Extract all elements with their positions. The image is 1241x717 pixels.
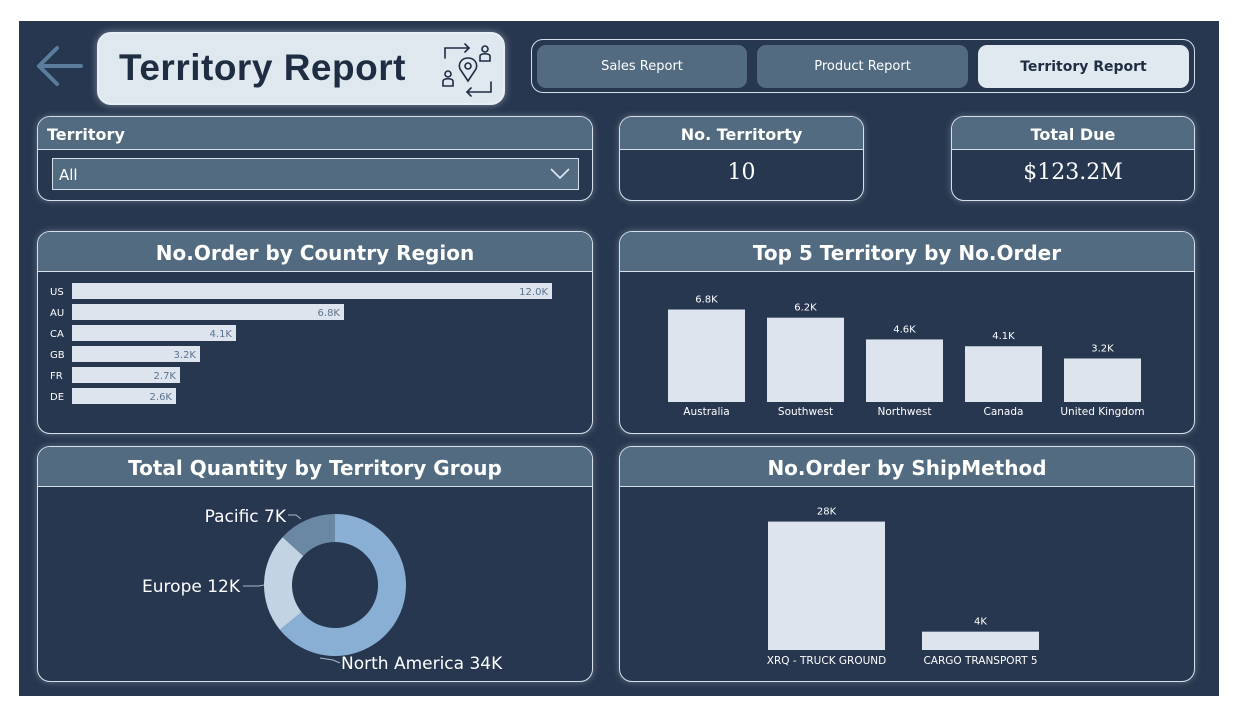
territory-dropdown-value: All [59,166,78,184]
country-region-bar-chart: US 12.0K AU 6.8K CA 4.1K GB 3.2K FR 2.7K DE 2.6K [50,283,552,404]
chevron-down-icon [550,168,570,180]
territory-value-label: 6.8K [695,295,718,306]
territory-count-card: No. Territorty 10 [619,116,864,201]
territory-dropdown[interactable]: All [52,158,579,190]
country-region-chart-header: No.Order by Country Region [38,232,592,272]
donut-label-pacific: Pacific 7K [205,507,287,527]
territory-people-icon [442,43,492,97]
country-value-label: 2.7K [154,371,177,382]
shipmethod-bar [922,631,1039,650]
territory-category-label: Canada [984,406,1024,418]
donut-label-europe: Europe 12K [142,577,241,597]
country-label: GB [50,350,65,361]
total-due-value: $123.2M [1023,160,1123,185]
top-territory-chart-header: Top 5 Territory by No.Order [620,232,1194,272]
donut-leader-line [243,584,265,587]
nav-product-report[interactable]: Product Report [757,45,968,88]
territory-value-label: 6.2K [794,303,817,314]
territory-category-label: Northwest [877,406,931,418]
territory-group-donut-chart: North America 34K Europe 12K Pacific 7K [142,507,503,674]
nav-territory-report[interactable]: Territory Report [978,45,1189,88]
top-territory-chart-title: Top 5 Territory by No.Order [752,241,1062,265]
territory-count-label: No. Territorty [680,125,803,144]
total-due-card: Total Due $123.2M [951,116,1195,201]
country-label: CA [50,329,64,340]
page-title: Territory Report [119,47,406,88]
shipmethod-chart-header: No.Order by ShipMethod [620,447,1194,487]
top-territory-chart-card: Top 5 Territory by No.Order 6.8K Australi… [619,231,1195,434]
country-region-chart-title: No.Order by Country Region [155,241,475,265]
territory-bar [866,339,943,402]
dashboard-canvas: Territory Report Sales Report Product Re… [19,21,1219,696]
nav-sales-report[interactable]: Sales Report [537,45,747,88]
report-nav: Sales Report Product Report Territory Re… [531,39,1195,93]
country-label: FR [50,371,63,382]
country-value-label: 6.8K [318,308,341,319]
country-label: AU [50,308,64,319]
territory-count-header: No. Territorty [620,117,863,150]
donut-leader-line [288,514,302,520]
title-card: Territory Report [97,32,505,105]
shipmethod-value-label: 4K [974,617,987,628]
top-territory-bar-chart: 6.8K Australia 6.2K Southwest 4.6K Northwest 4… [668,295,1145,418]
country-bar [72,304,344,320]
country-region-chart-card: No.Order by Country Region US 12.0K AU 6.8K… [37,231,593,434]
territory-bar [965,346,1042,402]
shipmethod-category-label: CARGO TRANSPORT 5 [923,655,1037,667]
shipmethod-bar [768,521,885,650]
shipmethod-chart-card: No.Order by ShipMethod 28K XRQ - TRUCK GR… [619,446,1195,682]
total-due-label: Total Due [1030,125,1116,144]
country-value-label: 4.1K [210,329,233,340]
shipmethod-bar-chart: 28K XRQ - TRUCK GROUND 4K CARGO TRANSPORT 5 [767,507,1039,667]
country-bar [72,283,552,299]
territory-filter-header: Territory [38,117,592,150]
territory-category-label: Southwest [778,406,833,418]
territory-category-label: Australia [683,406,729,418]
territory-filter-label: Territory [47,125,125,144]
country-label: US [50,287,64,298]
territory-filter-card: Territory All [37,116,593,201]
country-value-label: 2.6K [150,392,173,403]
territory-group-chart-header: Total Quantity by Territory Group [38,447,592,487]
country-value-label: 3.2K [174,350,197,361]
territory-bar [668,309,745,402]
territory-value-label: 4.1K [992,331,1015,342]
territory-category-label: United Kingdom [1060,406,1144,418]
territory-group-chart-card: Total Quantity by Territory Group North … [37,446,593,682]
territory-bar [1064,358,1141,402]
territory-value-label: 3.2K [1091,343,1114,354]
donut-label-north-america: North America 34K [341,654,503,674]
territory-count-value: 10 [727,160,756,185]
shipmethod-chart-title: No.Order by ShipMethod [767,456,1047,480]
country-value-label: 12.0K [519,287,548,298]
shipmethod-value-label: 28K [817,507,837,518]
shipmethod-category-label: XRQ - TRUCK GROUND [767,655,887,667]
country-label: DE [50,392,64,403]
donut-leader-line [319,657,341,664]
territory-group-chart-title: Total Quantity by Territory Group [128,456,502,480]
territory-bar [767,317,844,402]
back-arrow-icon[interactable] [33,43,85,89]
total-due-header: Total Due [952,117,1194,150]
territory-value-label: 4.6K [893,324,916,335]
